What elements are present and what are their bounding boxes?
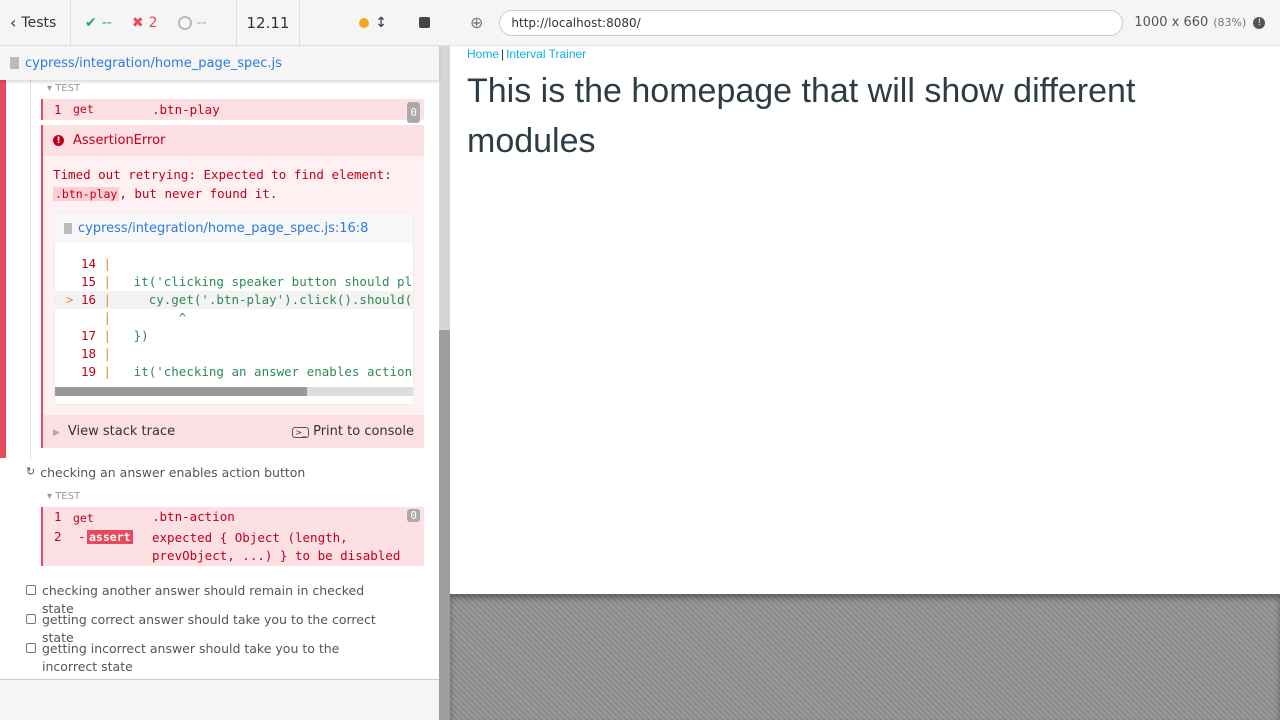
viewport-scale: (83%): [1213, 16, 1247, 29]
nav-link-home[interactable]: Home: [467, 47, 499, 61]
print-console-label: Print to console: [313, 424, 414, 439]
file-icon: [10, 57, 19, 69]
spec-file-link[interactable]: cypress/integration/home_page_spec.js: [25, 56, 282, 71]
app-iframe: Home | Interval Trainer This is the homepa…: [450, 46, 1280, 594]
test-title: getting incorrect answer should take you…: [42, 641, 340, 674]
command-row[interactable]: 1 get .btn-play 0: [41, 99, 424, 123]
command-message: .btn-action: [152, 509, 235, 524]
line-number: 17: [80, 328, 96, 343]
code-text: it('checking an answer enables action: [118, 364, 413, 379]
error-title: AssertionError: [73, 133, 166, 148]
viewport-background: [450, 594, 1280, 720]
file-icon: [64, 222, 72, 234]
view-stack-trace-button[interactable]: ▶ View stack trace: [53, 424, 175, 439]
app-under-test-panel: ⊕ 1000 x 660 (83%) ! Home|Interval Train…: [450, 0, 1280, 720]
stop-button[interactable]: [419, 17, 430, 28]
pending-circle-icon: [177, 15, 192, 30]
nav-link-interval-trainer[interactable]: Interval Trainer: [506, 47, 586, 61]
pending-test-item[interactable]: getting incorrect answer should take you…: [26, 640, 386, 676]
url-input[interactable]: [499, 9, 1124, 36]
error-panel: ! AssertionError Timed out retrying: Exp…: [41, 125, 424, 448]
back-to-tests-button[interactable]: ‹ Tests: [0, 0, 71, 46]
test-title: checking an answer enables action button: [40, 465, 306, 480]
test-section-header[interactable]: ▾ TEST: [47, 83, 80, 94]
viewport-size: 1000 x 660: [1134, 15, 1209, 30]
view-stack-label: View stack trace: [67, 424, 176, 439]
section-label: TEST: [55, 491, 81, 502]
passed-count: --: [101, 14, 112, 31]
code-text: cy.get('.btn-play').click().should(: [118, 292, 413, 307]
command-name: get: [73, 102, 94, 116]
test-runner-list: ▾ TEST 1 get .btn-play 0 ! AssertionErro…: [0, 80, 439, 680]
code-line: > 16 | cy.get('.btn-play').click().shoul…: [55, 291, 413, 309]
reporter-scrollbar-thumb[interactable]: [439, 330, 450, 720]
caret-right-icon: ▶: [53, 428, 60, 438]
command-number: 1: [54, 102, 62, 117]
pending-square-icon: [26, 614, 36, 624]
code-text: }): [118, 328, 149, 343]
failed-test-indicator: [0, 80, 6, 458]
command-name-assert: assert: [87, 530, 133, 544]
command-number: 2: [54, 529, 62, 544]
section-label: TEST: [55, 83, 81, 94]
info-icon[interactable]: !: [1253, 16, 1266, 29]
code-horizontal-scrollbar[interactable]: [55, 387, 413, 396]
element-count-badge: 0: [407, 102, 420, 123]
auto-scroll-toggle-icon[interactable]: ↕: [375, 15, 387, 31]
code-line: | ^: [55, 309, 413, 327]
command-message: .btn-play: [152, 102, 220, 117]
code-line: 15 | it('clicking speaker button should …: [55, 273, 413, 291]
command-name: get: [73, 511, 94, 525]
line-number: 19: [80, 364, 96, 379]
selector-playground-crosshair-icon[interactable]: ⊕: [470, 13, 483, 32]
error-message: Timed out retrying: Expected to find ele…: [53, 167, 392, 182]
code-text: it('clicking speaker button should pl: [118, 274, 413, 289]
command-list: 1 get .btn-action 0 2 - assert expected …: [41, 507, 424, 566]
terminal-icon: >_: [292, 427, 310, 438]
line-number: 15: [80, 274, 96, 289]
test-title-running[interactable]: ↻ checking an answer enables action butto…: [26, 465, 305, 480]
code-frame-file-link[interactable]: cypress/integration/home_page_spec.js:16…: [78, 221, 368, 236]
failed-x-icon: ✖: [131, 14, 144, 31]
line-number: [55, 309, 96, 327]
refresh-running-icon: ↻: [26, 465, 36, 478]
duration: 12.11: [246, 13, 290, 32]
chevron-left-icon: ‹: [10, 13, 17, 32]
command-message: expected { Object (length, prevObject, .…: [152, 530, 401, 563]
test-section-header[interactable]: ▾ TEST: [47, 491, 80, 502]
running-indicator-icon: [359, 17, 370, 28]
error-icon: !: [53, 135, 64, 146]
code-frame: cypress/integration/home_page_spec.js:16…: [54, 212, 414, 405]
code-line: 19 | it('checking an answer enables acti…: [55, 363, 413, 381]
line-number: 18: [80, 346, 96, 361]
pending-count: --: [196, 14, 207, 31]
code-line: 17 | }): [55, 327, 413, 345]
code-text: ^: [118, 310, 187, 325]
pending-square-icon: [26, 585, 36, 595]
passed-check-icon: ✔: [85, 14, 97, 31]
back-label: Tests: [21, 14, 57, 31]
error-code-selector: .btn-play: [53, 187, 120, 201]
failed-count: 2: [148, 14, 158, 31]
nav-separator: |: [501, 47, 505, 61]
spec-file-header: cypress/integration/home_page_spec.js: [0, 46, 439, 80]
reporter-toolbar: ‹ Tests ✔ -- ✖ 2 -- 12.11 ↕: [0, 0, 450, 46]
page-heading: This is the homepage that will show diff…: [467, 72, 1136, 160]
print-to-console-button[interactable]: >_ Print to console: [292, 424, 414, 439]
code-line: 18 |: [55, 345, 413, 363]
element-count-badge: 0: [407, 509, 420, 522]
code-line: 14 |: [55, 255, 413, 273]
pending-square-icon: [26, 643, 36, 653]
line-number: > 16: [65, 292, 96, 307]
command-row[interactable]: 2 - assert expected { Object (length, pr…: [43, 529, 424, 566]
line-number: 14: [80, 256, 96, 271]
command-row[interactable]: 1 get .btn-action 0: [43, 509, 424, 527]
error-message-end: , but never found it.: [119, 186, 278, 201]
command-number: 1: [54, 509, 62, 524]
